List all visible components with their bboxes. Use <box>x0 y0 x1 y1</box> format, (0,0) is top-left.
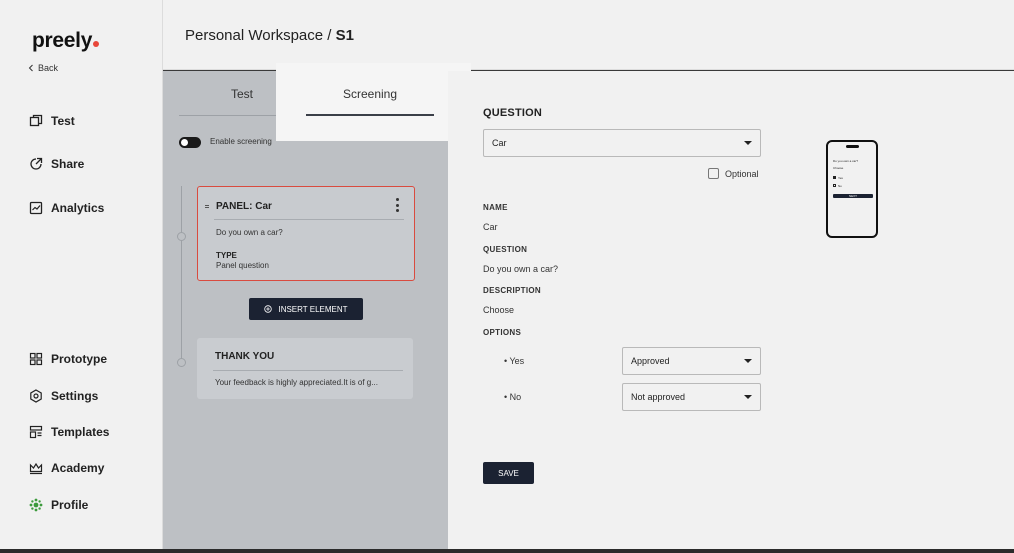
breadcrumb-workspace[interactable]: Personal Workspace / <box>185 27 331 44</box>
option-yes-label: • Yes <box>504 356 525 366</box>
logo-dot <box>93 41 100 47</box>
more-options-icon[interactable] <box>395 198 399 212</box>
thank-you-card[interactable]: THANK YOU Your feedback is highly apprec… <box>197 338 413 399</box>
optional-checkbox[interactable] <box>708 168 719 179</box>
description-label: DESCRIPTION <box>483 286 541 295</box>
option-yes-status: Approved <box>631 356 670 366</box>
screening-panel: Test Enable screening PANEL: Car Do you … <box>163 71 448 549</box>
logo-text: preely <box>32 29 93 52</box>
templates-icon <box>29 425 43 439</box>
sidebar-item-label: Academy <box>51 461 105 475</box>
sidebar-item-templates[interactable]: Templates <box>29 425 109 439</box>
preview-checkbox-checked <box>833 176 836 179</box>
option-yes-status-select[interactable]: Approved <box>622 347 761 375</box>
bottom-bar <box>0 549 1014 553</box>
card-title: PANEL: Car <box>216 201 272 212</box>
card-question: Do you own a car? <box>216 228 283 237</box>
share-icon <box>30 157 43 170</box>
sidebar-item-academy[interactable]: Academy <box>29 461 104 475</box>
option-no-status: Not approved <box>631 392 686 402</box>
tab-screening-highlight: Screening <box>276 63 471 141</box>
card-divider <box>214 219 404 220</box>
timeline-dot <box>177 358 186 367</box>
sidebar-item-profile[interactable]: Profile <box>29 498 88 512</box>
tab-test[interactable]: Test <box>231 87 253 101</box>
question-value: Do you own a car? <box>483 264 559 274</box>
sidebar-item-share[interactable]: Share <box>29 157 84 171</box>
name-label: NAME <box>483 203 508 212</box>
name-value: Car <box>483 222 498 232</box>
question-select-value: Car <box>492 138 507 148</box>
sidebar-item-label: Share <box>51 157 85 171</box>
settings-icon <box>30 389 42 403</box>
profile-icon <box>29 498 43 512</box>
panel-question-card[interactable]: PANEL: Car Do you own a car? TYPE Panel … <box>197 186 415 281</box>
phone-notch <box>846 145 859 148</box>
preview-option-yes: Yes <box>838 176 843 180</box>
question-select[interactable]: Car <box>483 129 761 157</box>
sidebar-item-analytics[interactable]: Analytics <box>29 201 104 215</box>
header: Personal Workspace / S1 <box>163 0 1014 70</box>
sidebar-item-label: Settings <box>51 389 99 403</box>
option-no-status-select[interactable]: Not approved <box>622 383 761 411</box>
tab-screening[interactable]: Screening <box>276 87 464 101</box>
sidebar: preely Back Test Share Analytics Prototy… <box>0 0 163 549</box>
preview-option-no: No <box>838 184 842 188</box>
app-window: preely Back Test Share Analytics Prototy… <box>0 0 1014 549</box>
question-section-title: QUESTION <box>483 107 543 119</box>
analytics-icon <box>29 201 43 215</box>
sidebar-item-label: Test <box>51 114 75 128</box>
caret-down-icon <box>744 395 752 399</box>
optional-label: Optional <box>725 169 759 179</box>
caret-down-icon <box>744 141 752 145</box>
insert-element-label: INSERT ELEMENT <box>278 304 348 314</box>
description-value: Choose <box>483 305 515 315</box>
plus-circle-icon <box>264 305 273 313</box>
caret-down-icon <box>744 359 752 363</box>
card-divider <box>213 370 403 371</box>
sidebar-item-settings[interactable]: Settings <box>29 389 98 403</box>
drag-handle-icon[interactable] <box>205 205 209 208</box>
options-label: OPTIONS <box>483 328 522 337</box>
card-title: THANK YOU <box>215 351 275 362</box>
card-text: Your feedback is highly appreciated.It i… <box>215 378 378 387</box>
preview-next-label: NEXT <box>849 194 858 198</box>
breadcrumb-current: S1 <box>335 27 354 44</box>
active-tab-indicator <box>306 114 434 116</box>
test-icon <box>29 114 43 127</box>
chevron-left-icon <box>28 64 33 72</box>
option-no-label: • No <box>504 392 522 402</box>
preview-checkbox <box>833 184 836 187</box>
prototype-icon <box>29 352 43 366</box>
question-editor: QUESTION Car Optional NAME Car QUESTION … <box>448 71 1014 549</box>
preview-next-button: NEXT <box>833 194 873 198</box>
sidebar-item-label: Prototype <box>51 352 108 366</box>
toggle-label: Enable screening <box>210 137 272 146</box>
academy-icon <box>29 462 43 475</box>
back-label: Back <box>38 63 59 73</box>
phone-preview: Do you own a car? Choose Yes No NEXT <box>826 140 878 238</box>
card-type-value: Panel question <box>216 261 269 270</box>
sidebar-item-label: Templates <box>51 425 110 439</box>
sidebar-item-label: Analytics <box>51 201 105 215</box>
timeline-dot <box>177 232 186 241</box>
back-link[interactable]: Back <box>28 63 58 73</box>
logo: preely <box>32 29 100 53</box>
insert-element-button[interactable]: INSERT ELEMENT <box>249 298 363 320</box>
question-label: QUESTION <box>483 245 528 254</box>
sidebar-item-test[interactable]: Test <box>29 114 75 128</box>
preview-question: Do you own a car? <box>833 159 859 163</box>
sidebar-item-prototype[interactable]: Prototype <box>29 352 107 366</box>
preview-description: Choose <box>833 166 844 170</box>
sidebar-item-label: Profile <box>51 498 89 512</box>
save-button[interactable]: SAVE <box>483 462 534 484</box>
timeline-line <box>181 186 182 363</box>
card-type-label: TYPE <box>216 251 237 260</box>
breadcrumb: Personal Workspace / S1 <box>185 27 354 44</box>
enable-screening-toggle[interactable] <box>179 137 201 148</box>
